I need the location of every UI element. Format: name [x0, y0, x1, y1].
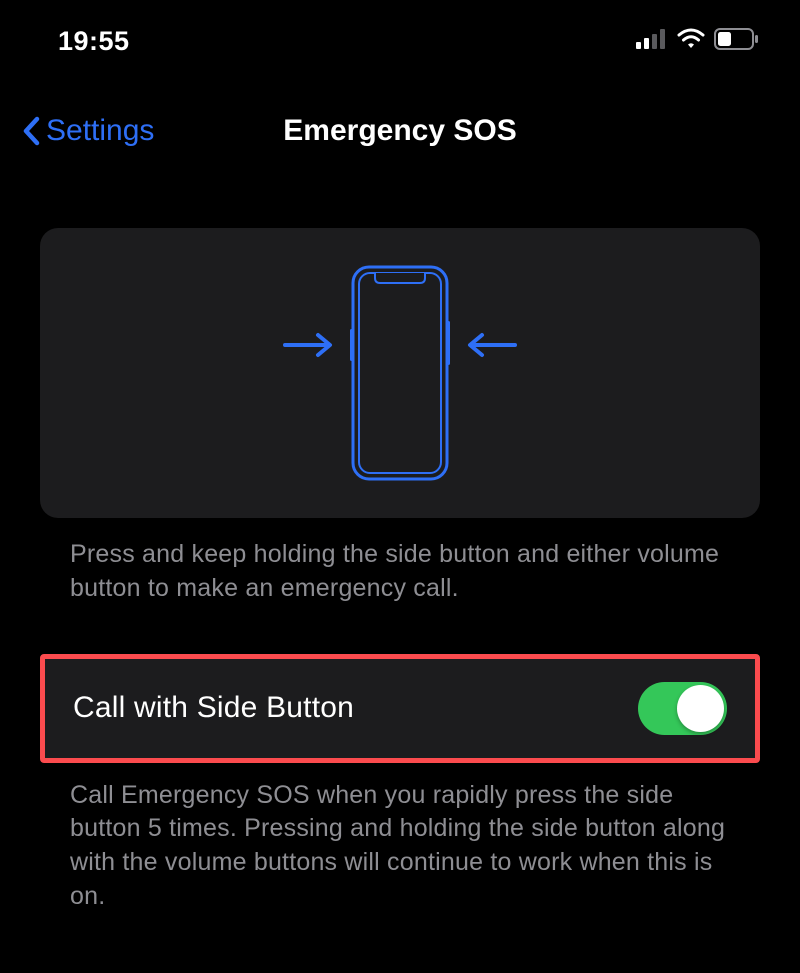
illustration-card [40, 228, 760, 518]
page-title: Emergency SOS [283, 114, 516, 148]
illustration-helper-text: Press and keep holding the side button a… [40, 518, 760, 606]
navigation-bar: Settings Emergency SOS [0, 68, 800, 178]
wifi-icon [676, 28, 706, 55]
status-time: 19:55 [58, 26, 130, 57]
status-indicators [636, 28, 760, 55]
battery-icon [714, 28, 760, 55]
back-button-label: Settings [46, 114, 154, 148]
call-side-button-toggle[interactable] [638, 682, 727, 735]
setting-label: Call with Side Button [73, 691, 354, 725]
highlighted-row-annotation: Call with Side Button [40, 654, 760, 763]
cellular-icon [636, 29, 668, 54]
content-area: Press and keep holding the side button a… [0, 178, 800, 914]
phone-squeeze-illustration-icon [210, 253, 590, 493]
back-button[interactable]: Settings [22, 114, 154, 148]
chevron-back-icon [22, 116, 40, 146]
toggle-knob [677, 685, 724, 732]
setting-helper-text: Call Emergency SOS when you rapidly pres… [40, 763, 760, 914]
status-bar: 19:55 [0, 0, 800, 68]
call-side-button-row[interactable]: Call with Side Button [45, 659, 755, 758]
